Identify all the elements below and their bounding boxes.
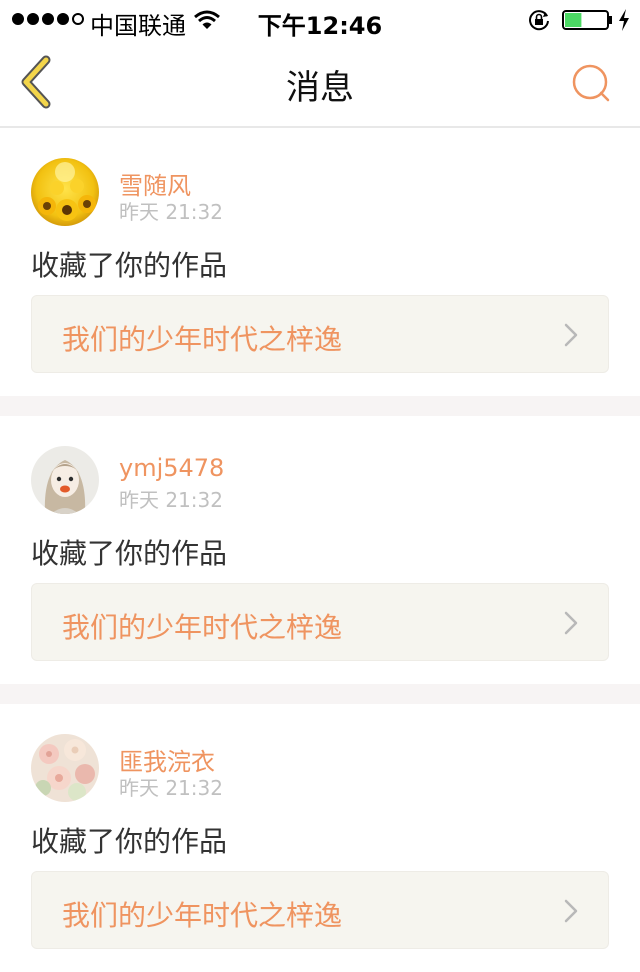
username[interactable]: ymj5478 bbox=[119, 454, 224, 482]
message-card: ymj5478 昨天 21:32 收藏了你的作品 我们的少年时代之梓逸 bbox=[0, 416, 640, 684]
message-list: 雪随风 昨天 21:32 收藏了你的作品 我们的少年时代之梓逸 ymj5478 bbox=[0, 128, 640, 972]
chevron-right-icon bbox=[564, 611, 578, 635]
user-avatar[interactable] bbox=[31, 158, 99, 226]
search-button[interactable] bbox=[566, 60, 616, 108]
message-card: 雪随风 昨天 21:32 收藏了你的作品 我们的少年时代之梓逸 bbox=[0, 128, 640, 396]
user-avatar[interactable] bbox=[31, 734, 99, 802]
anime-girl-avatar-image bbox=[31, 446, 99, 514]
card-separator bbox=[0, 684, 640, 704]
card-separator bbox=[0, 396, 640, 416]
page-title: 消息 bbox=[286, 68, 354, 108]
nav-bar: 消息 bbox=[0, 40, 640, 128]
rotation-lock-icon bbox=[529, 10, 549, 31]
chevron-right-icon bbox=[564, 323, 578, 347]
work-title: 我们的少年时代之梓逸 bbox=[62, 899, 343, 932]
work-title: 我们的少年时代之梓逸 bbox=[62, 323, 343, 356]
work-link[interactable]: 我们的少年时代之梓逸 bbox=[31, 583, 609, 661]
user-avatar[interactable] bbox=[31, 446, 99, 514]
battery-icon bbox=[562, 10, 612, 30]
flowers-avatar-image bbox=[31, 734, 99, 802]
sunflower-avatar-image bbox=[31, 158, 99, 226]
chevron-right-icon bbox=[564, 899, 578, 923]
action-text: 收藏了你的作品 bbox=[31, 537, 228, 570]
work-title: 我们的少年时代之梓逸 bbox=[62, 611, 343, 644]
action-text: 收藏了你的作品 bbox=[31, 249, 228, 282]
work-link[interactable]: 我们的少年时代之梓逸 bbox=[31, 871, 609, 949]
search-icon bbox=[572, 64, 610, 102]
message-time: 昨天 21:32 bbox=[119, 776, 223, 800]
message-time: 昨天 21:32 bbox=[119, 488, 223, 512]
charging-bolt-icon bbox=[619, 9, 629, 31]
message-time: 昨天 21:32 bbox=[119, 200, 223, 224]
status-bar: 中国联通 下午12:46 bbox=[0, 0, 640, 40]
action-text: 收藏了你的作品 bbox=[31, 825, 228, 858]
work-link[interactable]: 我们的少年时代之梓逸 bbox=[31, 295, 609, 373]
message-card: 匪我浣衣 昨天 21:32 收藏了你的作品 我们的少年时代之梓逸 bbox=[0, 704, 640, 972]
